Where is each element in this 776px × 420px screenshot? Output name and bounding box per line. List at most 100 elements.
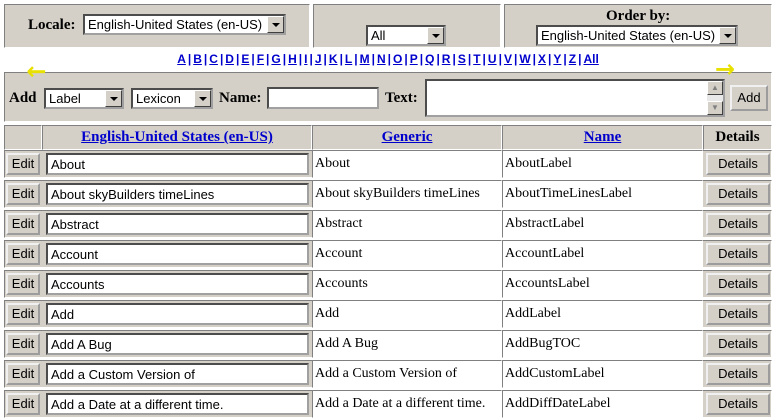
add-button[interactable]: Add [730,85,768,111]
alphabet-separator: | [419,52,424,66]
edit-button[interactable]: Edit [6,243,40,265]
alphabet-link-a[interactable]: A [177,52,186,66]
chevron-down-icon [105,90,122,107]
add-source-select[interactable]: Lexicon [131,88,213,109]
alphabet-link-u[interactable]: U [488,52,497,66]
generic-cell: Add A Bug [312,330,502,358]
locale-text-input[interactable]: Abstract [46,213,309,235]
alphabet-link-y[interactable]: Y [553,52,561,66]
details-button[interactable]: Details [706,303,770,325]
locale-text-input[interactable]: Account [46,243,309,265]
alphabet-link-q[interactable]: Q [425,52,434,66]
name-cell: AddDiffDateLabel [502,390,703,418]
locale-text-input[interactable]: About skyBuilders timeLines [46,183,309,205]
edit-button[interactable]: Edit [6,153,40,175]
name-column-link[interactable]: Name [584,129,622,145]
alphabet-link-k[interactable]: K [329,52,338,66]
chevron-down-icon [719,27,736,44]
add-type-value: Label [49,91,81,106]
alphabet-link-g[interactable]: G [271,52,280,66]
alphabet-link-e[interactable]: E [241,52,249,66]
generic-column-header[interactable]: Generic [312,125,502,150]
alphabet-link-m[interactable]: M [360,52,370,66]
text-input-scrollbar[interactable]: ▲ ▼ [707,81,723,115]
alphabet-separator: | [578,52,582,66]
name-cell: AboutLabel [502,150,703,178]
details-button[interactable]: Details [706,243,770,265]
alphabet-link-x[interactable]: X [538,52,546,66]
alphabet-link-all[interactable]: All [583,52,598,66]
details-column-header: Details [703,125,772,150]
add-source-value: Lexicon [136,91,181,106]
alphabet-link-w[interactable]: W [519,52,530,66]
filter-select[interactable]: All [366,25,446,46]
alphabet-link-c[interactable]: C [209,52,218,66]
alphabet-separator: | [498,52,502,66]
text-input[interactable] [425,79,725,117]
locale-text-input[interactable]: Add A Bug [46,333,309,355]
alphabet-separator: | [187,52,192,66]
edit-button[interactable]: Edit [6,273,40,295]
details-button[interactable]: Details [706,393,770,415]
add-type-select[interactable]: Label [44,88,124,109]
name-column-header[interactable]: Name [502,125,703,150]
alphabet-link-p[interactable]: P [410,52,418,66]
generic-cell: Account [312,240,502,268]
name-input[interactable] [267,87,379,109]
generic-cell: Accounts [312,270,502,298]
details-button[interactable]: Details [706,363,770,385]
edit-button[interactable]: Edit [6,393,40,415]
scroll-up-icon[interactable]: ▲ [707,81,723,95]
alphabet-link-f[interactable]: F [257,52,264,66]
alphabet-link-z[interactable]: Z [569,52,576,66]
edit-button[interactable]: Edit [6,183,40,205]
chevron-down-icon [194,90,211,107]
alphabet-link-i[interactable]: I [304,52,307,66]
alphabet-link-t[interactable]: T [473,52,480,66]
locale-text-input[interactable]: Add a Date at a different time. [46,393,309,415]
alphabet-link-d[interactable]: D [225,52,234,66]
edit-button[interactable]: Edit [6,363,40,385]
details-button[interactable]: Details [706,153,770,175]
alphabet-link-l[interactable]: L [345,52,352,66]
locale-select[interactable]: English-United States (en-US) [83,14,286,35]
edit-button[interactable]: Edit [6,303,40,325]
alphabet-link-r[interactable]: R [442,52,451,66]
alphabet-separator: | [404,52,408,66]
alphabet-separator: | [251,52,255,66]
details-button[interactable]: Details [706,273,770,295]
alphabet-link-h[interactable]: H [288,52,297,66]
details-button[interactable]: Details [706,213,770,235]
locale-text-input[interactable]: Add [46,303,309,325]
alphabet-link-o[interactable]: O [393,52,402,66]
alphabet-link-s[interactable]: S [458,52,466,66]
generic-cell: Add a Custom Version of [312,360,502,388]
scroll-down-icon[interactable]: ▼ [707,101,723,115]
orderby-select[interactable]: English-United States (en-US) [536,25,738,46]
locale-text-input[interactable]: Add a Custom Version of [46,363,309,385]
alphabet-link-j[interactable]: J [315,52,322,66]
locale-column-link[interactable]: English-United States (en-US) [81,129,273,145]
name-cell: AccountsLabel [502,270,703,298]
generic-cell: Abstract [312,210,502,238]
alphabet-link-b[interactable]: B [193,52,202,66]
filter-select-value: All [371,28,386,43]
generic-column-link[interactable]: Generic [382,129,433,145]
alphabet-link-v[interactable]: V [504,52,512,66]
alphabet-separator: | [532,52,536,66]
alphabet-link-n[interactable]: N [377,52,386,66]
details-button[interactable]: Details [706,183,770,205]
locale-text-input[interactable]: Accounts [46,273,309,295]
name-cell: AbstractLabel [502,210,703,238]
edit-button[interactable]: Edit [6,333,40,355]
name-cell: AccountLabel [502,240,703,268]
details-button[interactable]: Details [706,333,770,355]
locale-text-input[interactable]: About [46,153,309,175]
locale-column-header[interactable]: English-United States (en-US) [42,125,312,150]
generic-cell: About [312,150,502,178]
add-label: Add [9,90,37,106]
alphabet-separator: | [467,52,472,66]
generic-cell: About skyBuilders timeLines [312,180,502,208]
alphabet-separator: | [339,52,343,66]
edit-button[interactable]: Edit [6,213,40,235]
